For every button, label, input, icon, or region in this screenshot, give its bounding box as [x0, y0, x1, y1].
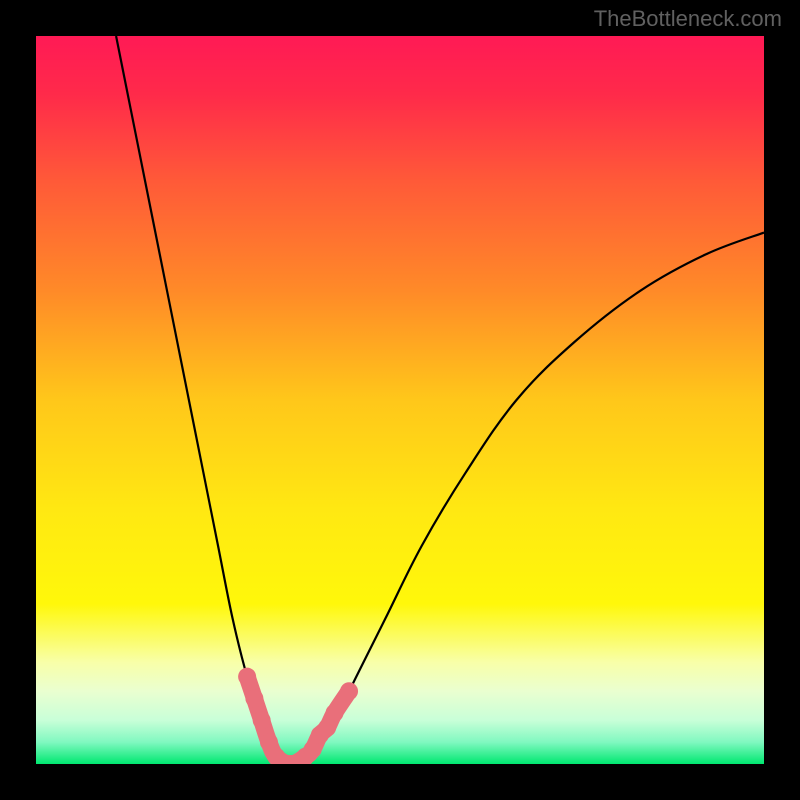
plot-area [36, 36, 764, 764]
curve-left-branch [116, 36, 291, 764]
chart-curves [36, 36, 764, 764]
trough-markers [238, 668, 358, 764]
watermark-text: TheBottleneck.com [594, 6, 782, 32]
curve-right-branch [291, 233, 764, 764]
